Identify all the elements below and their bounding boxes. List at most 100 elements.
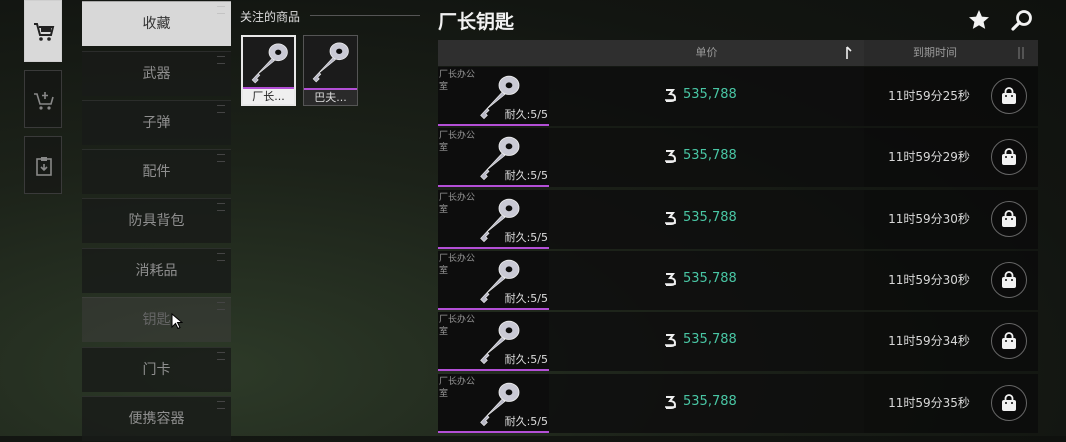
category-item[interactable]: 消耗品 [82, 248, 231, 293]
item-location: 厂长办公室 [439, 253, 476, 276]
favorite-item[interactable]: 巴夫... [303, 35, 358, 106]
col-header-expire-label: 到期时间 [913, 46, 957, 59]
item-title: 厂长钥匙 [438, 11, 515, 33]
table-row[interactable]: 厂长办公室 耐久:5/5 535,788 11时59分29秒 [438, 128, 1038, 188]
currency-icon [665, 89, 677, 102]
price-value: 535,788 [683, 148, 737, 164]
mouse-cursor-icon [171, 313, 183, 329]
shopping-bag-icon [1002, 209, 1016, 227]
buy-button[interactable] [991, 261, 1027, 298]
item-thumbnail: 厂长办公室耐久:5/5 [438, 312, 549, 372]
item-durability: 耐久:5/5 [504, 353, 548, 367]
category-item[interactable]: 配件 [82, 149, 231, 194]
grip-icon [217, 6, 225, 14]
category-item[interactable]: 子弹 [82, 100, 231, 145]
sort-icon[interactable] [1016, 46, 1026, 60]
currency-icon [665, 272, 677, 286]
star-icon[interactable] [967, 8, 991, 32]
price-cell: 535,788 [549, 312, 864, 372]
rail-tab-market[interactable] [24, 0, 62, 62]
category-item[interactable]: 钥匙 [82, 297, 231, 342]
shopping-bag-icon [1002, 393, 1016, 411]
price-cell: 535,788 [549, 128, 864, 188]
expire-time: 11时59分29秒 [888, 150, 970, 165]
expire-time: 11时59分34秒 [888, 334, 970, 349]
grip-icon [217, 154, 225, 162]
shopping-bag-icon [1002, 87, 1016, 104]
category-item[interactable]: 武器 [82, 51, 231, 96]
category-label: 钥匙 [142, 312, 171, 328]
shopping-bag-icon [1002, 271, 1016, 288]
col-header-item [438, 40, 549, 66]
table-row[interactable]: 厂长办公室 耐久:5/5 535,788 11时59分35秒 [438, 373, 1038, 433]
currency-icon [665, 211, 677, 225]
category-label: 武器 [142, 66, 171, 82]
key-icon [251, 43, 288, 84]
category-label: 收藏 [142, 16, 171, 32]
category-label: 便携容器 [128, 411, 185, 427]
category-label: 门卡 [142, 362, 171, 378]
shopping-cart-icon [34, 23, 55, 41]
price-cell: 535,788 [549, 67, 864, 126]
grip-icon [217, 253, 225, 261]
clipboard-icon [36, 157, 52, 176]
item-thumbnail: 厂长办公室耐久:5/5 [438, 189, 549, 249]
key-icon [312, 42, 349, 83]
category-item[interactable]: 门卡 [82, 347, 231, 392]
table-row[interactable]: 厂长办公室耐久:5/5 535,788 11时59分34秒 [438, 312, 1038, 372]
price-value: 535,788 [683, 270, 737, 286]
cart-add-icon [34, 92, 54, 110]
table-row[interactable]: 厂长办公室 耐久:5/5 535,788 11时59分25秒 [438, 67, 1038, 126]
category-item[interactable]: 便携容器 [82, 396, 231, 441]
item-location: 厂长办公室 [439, 192, 476, 215]
item-location: 厂长办公室 [439, 315, 476, 338]
item-thumbnail: 厂长办公室 耐久:5/5 [438, 67, 549, 126]
rail-tab-records[interactable] [24, 136, 62, 194]
item-durability: 耐久:5/5 [504, 414, 548, 428]
buy-button[interactable] [991, 384, 1027, 421]
grip-icon [217, 56, 225, 64]
item-thumbnail: 厂长办公室 耐久:5/5 [438, 128, 549, 188]
favorite-item-name: 巴夫... [304, 88, 357, 105]
buy-button[interactable] [991, 323, 1027, 360]
category-item[interactable]: 收藏 [82, 1, 231, 46]
grip-icon [217, 401, 225, 409]
item-durability: 耐久:5/5 [504, 169, 548, 183]
shopping-bag-icon [1002, 148, 1016, 166]
buy-button[interactable] [991, 139, 1027, 176]
table-row[interactable]: 厂长办公室耐久:5/5 535,788 11时59分30秒 [438, 189, 1038, 249]
grip-icon [217, 352, 225, 360]
price-cell: 535,788 [549, 189, 864, 249]
currency-icon [665, 395, 677, 409]
category-label: 防具背包 [128, 213, 185, 229]
sort-icon[interactable] [844, 46, 854, 60]
expire-time: 11时59分30秒 [888, 211, 970, 226]
expire-time: 11时59分25秒 [888, 89, 970, 103]
favorite-item[interactable]: 厂长... [241, 35, 296, 106]
col-header-price-label: 单价 [695, 46, 718, 59]
currency-icon [665, 334, 677, 348]
col-header-expire[interactable]: 到期时间 [864, 40, 1038, 66]
item-thumbnail: 厂长办公室 耐久:5/5 [438, 373, 549, 433]
price-value: 535,788 [683, 393, 737, 409]
buy-button[interactable] [991, 200, 1027, 237]
category-label: 配件 [142, 164, 171, 180]
item-durability: 耐久:5/5 [504, 291, 548, 305]
grip-icon [217, 203, 225, 211]
item-durability: 耐久:5/5 [504, 230, 548, 244]
search-icon[interactable] [1010, 8, 1034, 32]
price-cell: 535,788 [549, 250, 864, 310]
table-row[interactable]: 厂长办公室耐久:5/5 535,788 11时59分30秒 [438, 250, 1038, 310]
item-durability: 耐久:5/5 [504, 108, 548, 121]
expire-time: 11时59分30秒 [888, 272, 970, 287]
price-cell: 535,788 [549, 373, 864, 433]
buy-button[interactable] [991, 78, 1027, 114]
price-value: 535,788 [683, 209, 737, 225]
favorites-title: 关注的商品 [240, 10, 301, 24]
rail-tab-sell[interactable] [24, 70, 62, 128]
currency-icon [665, 150, 677, 164]
category-item[interactable]: 防具背包 [82, 198, 231, 243]
expire-time: 11时59分35秒 [888, 395, 970, 410]
grip-icon [217, 302, 225, 310]
col-header-price[interactable]: 单价 [549, 40, 864, 66]
